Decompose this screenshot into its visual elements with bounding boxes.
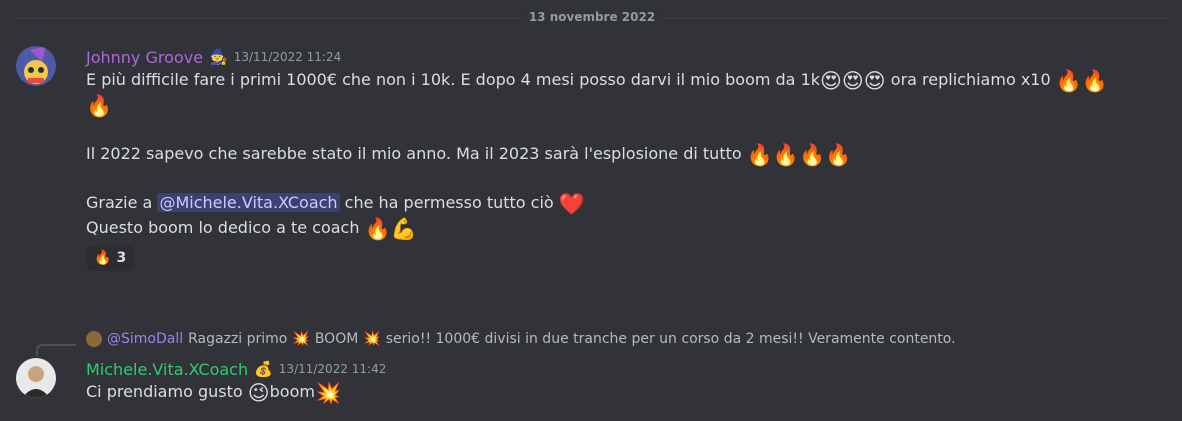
reply-preview[interactable]: @SimoDall Ragazzi primo 💥 BOOM 💥 serio!!… [86, 329, 956, 349]
reply-connector [36, 344, 76, 356]
collision-emoji-icon: 💥 [314, 381, 342, 405]
text: Grazie a [86, 193, 153, 212]
text: Il 2022 sapevo che sarebbe stato il mio … [86, 144, 742, 163]
date-divider-label: 13 novembre 2022 [522, 10, 662, 24]
text: Questo boom lo dedico a te coach [86, 218, 360, 237]
message-header: Johnny Groove 🧙 13/11/2022 11:24 [86, 46, 1168, 68]
fire-emoji-icon: 🔥🔥 [1055, 69, 1109, 93]
text: ora replichiamo x10 [890, 70, 1051, 89]
money-bag-icon: 💰 [254, 360, 273, 378]
message-line: Questo boom lo dedico a te coach 🔥💪 [86, 216, 1168, 241]
reply-text: serio!! 1000€ divisi in due tranche per … [385, 331, 956, 347]
message-line: Ci prendiamo gusto 😉boom💥 [86, 380, 1168, 405]
red-heart-emoji-icon: ❤️ [558, 192, 585, 216]
reply-username[interactable]: @SimoDall [107, 331, 183, 347]
avatar-johnny-groove[interactable] [16, 46, 56, 86]
reply-avatar [86, 331, 102, 347]
text: boom [269, 382, 315, 401]
reply-text: BOOM [314, 331, 359, 347]
avatar-michele-vita[interactable] [16, 358, 56, 398]
message-content: E più difficile fare i primi 1000€ che n… [86, 68, 1168, 241]
collision-emoji-icon: 💥 [292, 331, 310, 347]
text: E più difficile fare i primi 1000€ che n… [86, 70, 821, 89]
text: che ha permesso tutto ciò [344, 193, 554, 212]
username-michele-vita[interactable]: Michele.Vita.XCoach [86, 360, 248, 379]
message-line: Grazie a @Michele.Vita.XCoach che ha per… [86, 191, 1168, 216]
reaction-count: 3 [116, 250, 127, 266]
heart-eyes-emoji-icon: 😍😍😍 [820, 69, 886, 93]
message-content: Ci prendiamo gusto 😉boom💥 [86, 380, 1168, 405]
fire-reaction-icon: 🔥 [94, 250, 112, 266]
fire-emoji-icon: 🔥🔥🔥🔥 [746, 143, 852, 167]
message-line: Il 2022 sapevo che sarebbe stato il mio … [86, 142, 1168, 167]
wink-emoji-icon: 😉 [247, 381, 270, 405]
collision-emoji-icon: 💥 [363, 331, 381, 347]
reply-text: Ragazzi primo [188, 331, 288, 347]
reaction-fire[interactable]: 🔥 3 [86, 245, 135, 271]
avatar-illustration-icon [16, 46, 56, 86]
timestamp: 13/11/2022 11:24 [233, 50, 342, 64]
message-line: 🔥 [86, 93, 1168, 118]
fire-emoji-icon: 🔥 [86, 94, 113, 118]
avatar-photo-icon [16, 358, 56, 398]
message-line: E più difficile fare i primi 1000€ che n… [86, 68, 1168, 93]
date-divider: 13 novembre 2022 [16, 10, 1168, 24]
timestamp: 13/11/2022 11:42 [278, 362, 387, 376]
text: Ci prendiamo gusto [86, 382, 243, 401]
message-johnny-groove: Johnny Groove 🧙 13/11/2022 11:24 E più d… [86, 46, 1168, 271]
message-michele-vita: Michele.Vita.XCoach 💰 13/11/2022 11:42 C… [86, 358, 1168, 406]
user-mention[interactable]: @Michele.Vita.XCoach [157, 193, 340, 212]
wizard-hat-icon: 🧙 [209, 48, 228, 66]
fire-muscle-emoji-icon: 🔥💪 [364, 217, 417, 241]
username-johnny-groove[interactable]: Johnny Groove [86, 48, 203, 67]
message-header: Michele.Vita.XCoach 💰 13/11/2022 11:42 [86, 358, 1168, 380]
